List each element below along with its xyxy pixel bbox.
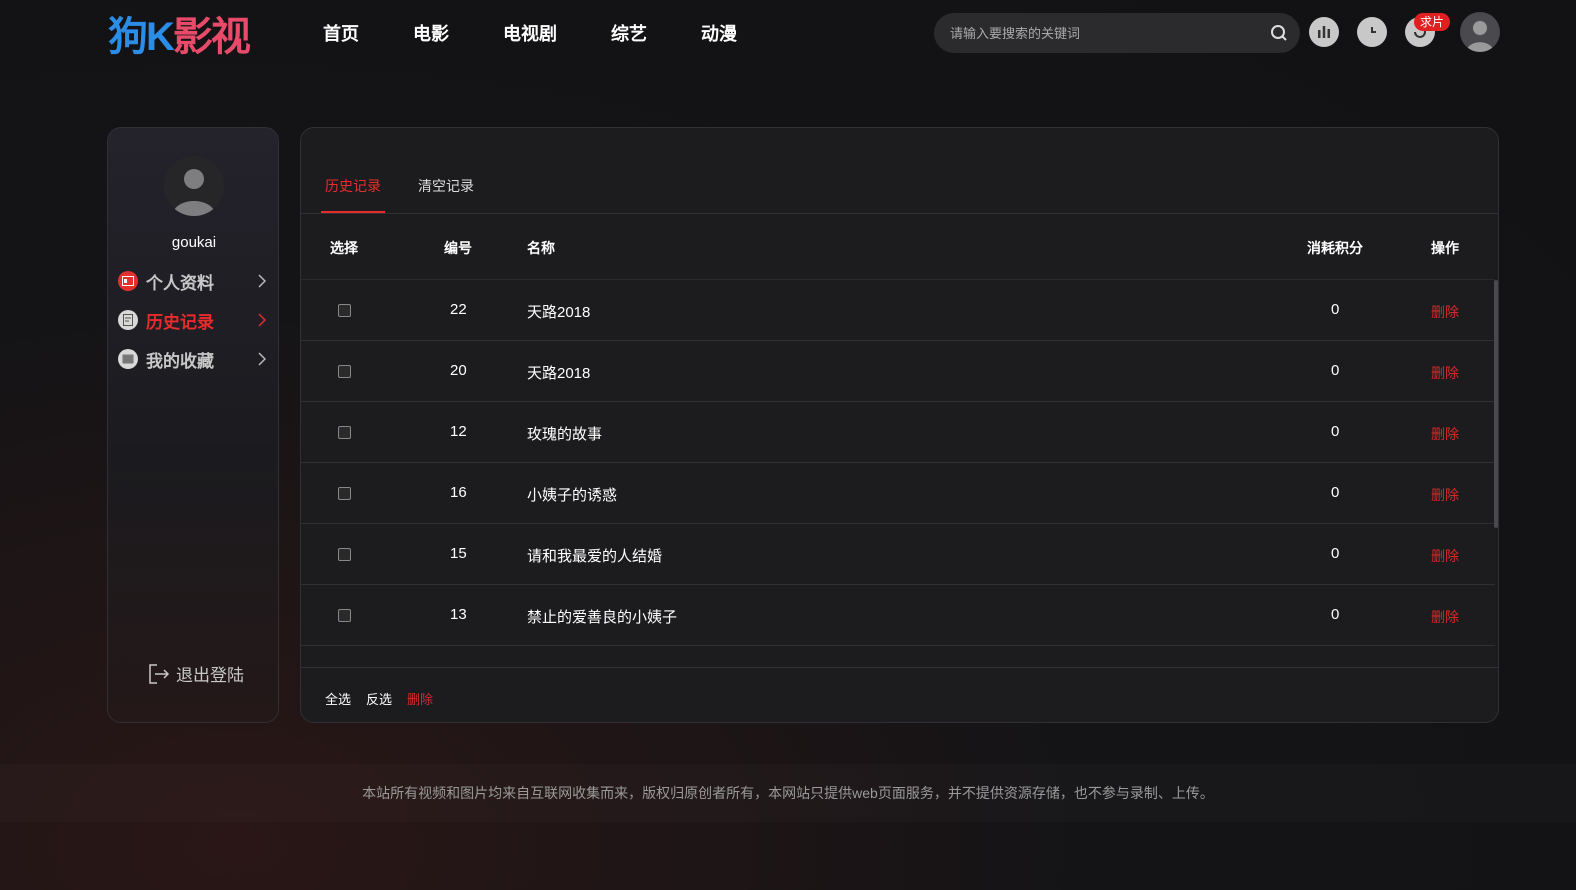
user-sidebar: goukai 个人资料 历史记录 我的收藏 退出登陆 [107,127,279,723]
col-id: 编号 [444,240,472,256]
row-id: 15 [450,545,467,562]
row-checkbox[interactable] [338,304,351,317]
table-row: 16 小姨子的诱惑 0 删除 [301,463,1495,524]
row-checkbox[interactable] [338,487,351,500]
row-name[interactable]: 禁止的爱善良的小姨子 [527,606,677,627]
col-action: 操作 [1431,240,1459,256]
row-points: 0 [1331,606,1340,623]
row-id: 20 [450,362,467,379]
row-points: 0 [1331,545,1340,562]
ranking-icon[interactable] [1309,17,1339,47]
row-name[interactable]: 小姨子的诱惑 [527,484,617,505]
row-delete-button[interactable]: 删除 [1431,302,1459,322]
site-logo[interactable]: 狗K 影视 [108,8,251,59]
row-checkbox[interactable] [338,365,351,378]
id-card-icon [118,271,138,291]
row-checkbox[interactable] [338,426,351,439]
avatar[interactable] [1460,12,1500,52]
username: goukai [171,234,217,251]
sidebar-item-favorites[interactable]: 我的收藏 [118,344,274,374]
row-id: 22 [450,301,467,318]
tab-bar: 历史记录 清空记录 [301,128,1498,214]
row-points: 0 [1331,362,1340,379]
row-name[interactable]: 天路2018 [527,362,590,383]
col-name: 名称 [527,240,555,256]
nav-anime[interactable]: 动漫 [701,20,737,46]
row-id: 12 [450,423,467,440]
sidebar-item-label: 我的收藏 [146,351,214,371]
sidebar-item-profile[interactable]: 个人资料 [118,266,274,296]
main-nav: 首页 电影 电视剧 综艺 动漫 [323,20,791,46]
nav-movies[interactable]: 电影 [413,20,449,46]
batch-delete-button[interactable]: 删除 [407,689,433,708]
top-header: 狗K 影视 首页 电影 电视剧 综艺 动漫 求片 [0,0,1576,66]
sidebar-item-history[interactable]: 历史记录 [118,305,274,335]
chevron-right-icon [258,352,266,366]
select-all-button[interactable]: 全选 [325,689,351,708]
col-select: 选择 [330,240,358,256]
copyright-notice: 本站所有视频和图片均来自互联网收集而来，版权归原创者所有，本网站只提供web页面… [362,785,1214,801]
row-checkbox[interactable] [338,609,351,622]
scrollbar[interactable] [1494,280,1498,528]
row-points: 0 [1331,484,1340,501]
row-name[interactable]: 天路2018 [527,301,590,322]
nav-home[interactable]: 首页 [323,20,359,46]
col-points: 消耗积分 [1307,240,1363,256]
sidebar-item-label: 历史记录 [146,312,214,332]
table-row: 12 玫瑰的故事 0 删除 [301,402,1495,463]
table-row: 15 请和我最爱的人结婚 0 删除 [301,524,1495,585]
row-id: 16 [450,484,467,501]
history-panel: 历史记录 清空记录 选择 编号 名称 消耗积分 操作 22 天路2018 0 删除 20… [300,127,1499,723]
search-box [934,13,1300,53]
chevron-right-icon [258,313,266,327]
nav-tv[interactable]: 电视剧 [503,20,557,46]
search-input[interactable] [934,25,1254,41]
logout-label: 退出登陆 [176,666,244,685]
table-header: 选择 编号 名称 消耗积分 操作 [301,214,1495,280]
tab-clear[interactable]: 清空记录 [418,176,474,196]
row-delete-button[interactable]: 删除 [1431,363,1459,383]
history-icon [118,310,138,330]
table-row: 20 天路2018 0 删除 [301,341,1495,402]
logo-text-2: 影视 [172,15,251,59]
row-points: 0 [1331,423,1340,440]
row-delete-button[interactable]: 删除 [1431,424,1459,444]
logout-button[interactable]: 退出登陆 [148,661,244,686]
row-points: 0 [1331,301,1340,318]
logout-icon [149,663,170,684]
logo-text-1: 狗K [108,15,175,59]
invert-select-button[interactable]: 反选 [366,689,392,708]
nav-variety[interactable]: 综艺 [611,20,647,46]
row-delete-button[interactable]: 删除 [1431,485,1459,505]
user-avatar [164,156,224,216]
chevron-right-icon [258,274,266,288]
request-badge[interactable]: 求片 [1414,13,1451,31]
tab-history[interactable]: 历史记录 [325,176,381,196]
row-name[interactable]: 玫瑰的故事 [527,423,602,444]
tab-underline [321,211,385,213]
row-name[interactable]: 请和我最爱的人结婚 [527,545,662,566]
table-row: 13 禁止的爱善良的小姨子 0 删除 [301,585,1495,646]
row-id: 13 [450,606,467,623]
sidebar-item-label: 个人资料 [146,273,214,293]
row-delete-button[interactable]: 删除 [1431,546,1459,566]
table-row: 22 天路2018 0 删除 [301,280,1495,341]
table-footer: 全选 反选 删除 [301,667,1498,722]
favorite-icon [118,349,138,369]
row-delete-button[interactable]: 删除 [1431,607,1459,627]
search-icon[interactable] [1270,24,1288,42]
history-clock-icon[interactable] [1357,17,1387,47]
row-checkbox[interactable] [338,548,351,561]
